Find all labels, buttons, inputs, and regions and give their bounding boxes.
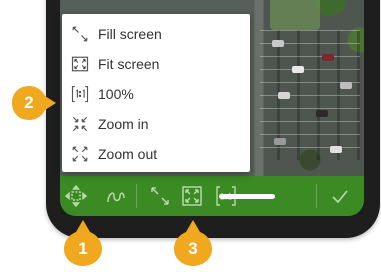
map-car	[278, 92, 290, 99]
pan-button[interactable]	[60, 180, 92, 212]
zoom-in-icon	[72, 116, 88, 132]
freehand-icon	[107, 192, 125, 203]
menu-item-label: Zoom out	[98, 146, 158, 162]
menu-item-label: Zoom in	[98, 116, 149, 132]
menu-item-100-percent[interactable]: 100%	[62, 79, 250, 109]
map-car	[330, 146, 342, 153]
callout-3: 3	[172, 218, 214, 268]
map-car	[274, 138, 286, 145]
callout-1: 1	[62, 218, 104, 268]
fill-screen-icon	[72, 26, 88, 42]
freehand-button[interactable]	[100, 180, 132, 212]
map-car	[316, 110, 328, 117]
actual-size-icon	[71, 85, 89, 103]
map-car	[322, 54, 334, 61]
map-car	[340, 82, 352, 89]
menu-item-fill-screen[interactable]: Fill screen	[62, 19, 250, 49]
callout-number: 3	[188, 239, 198, 258]
fill-screen-button[interactable]	[144, 180, 176, 212]
home-indicator	[219, 194, 275, 199]
menu-item-label: Fit screen	[98, 56, 160, 72]
menu-item-label: Fill screen	[98, 26, 162, 42]
map-car	[272, 40, 284, 47]
menu-item-fit-screen[interactable]: Fit screen	[62, 49, 250, 79]
edit-toolbar: 1:1	[60, 176, 364, 216]
zoom-out-icon	[72, 146, 88, 162]
check-icon	[332, 190, 348, 204]
confirm-button[interactable]	[324, 180, 356, 212]
fit-screen-icon	[71, 56, 89, 72]
toolbar-separator	[316, 184, 317, 208]
map-green-area	[270, 0, 320, 30]
menu-item-zoom-out[interactable]: Zoom out	[62, 139, 250, 169]
callout-number: 2	[24, 93, 34, 112]
map-car	[292, 66, 304, 73]
fit-screen-icon	[182, 186, 202, 206]
fit-screen-button[interactable]	[176, 180, 208, 212]
callout-2: 2	[10, 84, 58, 122]
fill-screen-icon	[151, 187, 169, 205]
zoom-menu: Fill screen Fit screen 100% Zoom in Zoom…	[62, 14, 250, 172]
toolbar-separator	[136, 184, 137, 208]
callout-number: 1	[78, 239, 88, 258]
menu-item-label: 100%	[98, 86, 134, 102]
pan-move-icon	[64, 184, 88, 208]
menu-item-zoom-in[interactable]: Zoom in	[62, 109, 250, 139]
